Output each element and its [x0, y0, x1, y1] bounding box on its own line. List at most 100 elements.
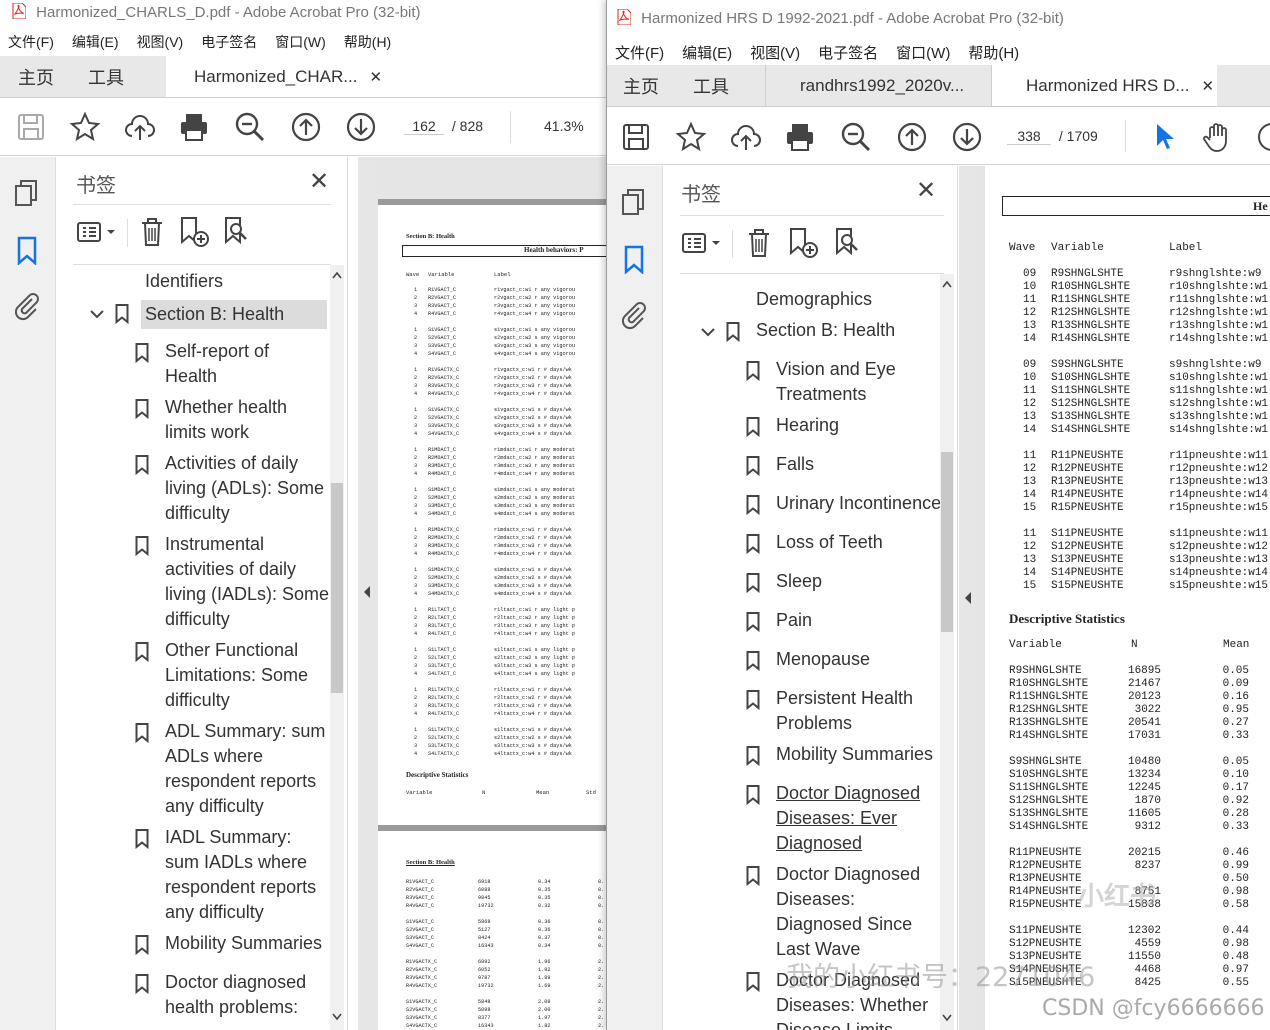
- tab-tools[interactable]: 工具: [88, 56, 124, 97]
- left-bookmarks-scrollbar[interactable]: [330, 265, 344, 1030]
- delete-bookmark-icon[interactable]: [137, 215, 167, 249]
- menu-esign[interactable]: 电子签名: [818, 42, 878, 63]
- attachments-icon[interactable]: [12, 291, 42, 321]
- scroll-down-icon[interactable]: [332, 1013, 342, 1021]
- bookmark-item[interactable]: Sleep: [746, 569, 940, 594]
- close-tab-icon[interactable]: ✕: [1201, 77, 1214, 95]
- row-variable: R11SHNGLSHTE: [1009, 691, 1089, 703]
- expand-chevron-icon[interactable]: [89, 306, 105, 322]
- new-bookmark-icon[interactable]: [177, 215, 211, 249]
- bookmark-item[interactable]: Loss of Teeth: [746, 530, 940, 555]
- menu-file[interactable]: 文件(F): [615, 42, 664, 63]
- bookmark-item[interactable]: Pain: [746, 608, 940, 633]
- page-thumbnails-icon[interactable]: [619, 186, 649, 216]
- star-icon[interactable]: [68, 110, 102, 144]
- next-page-icon[interactable]: [344, 110, 378, 144]
- next-page-icon[interactable]: [950, 120, 984, 154]
- bookmark-item[interactable]: Whether health limits work: [135, 395, 330, 445]
- page-number-input[interactable]: 338: [1007, 128, 1051, 145]
- new-bookmark-icon[interactable]: [786, 226, 820, 260]
- find-bookmark-icon[interactable]: [832, 226, 866, 260]
- delete-bookmark-icon[interactable]: [744, 226, 774, 260]
- tab-tools[interactable]: 工具: [693, 65, 729, 106]
- bookmark-item[interactable]: Doctor Diagnosed Diseases: Ever Diagnosed: [746, 781, 940, 856]
- upload-cloud-icon[interactable]: [729, 120, 763, 154]
- menu-view[interactable]: 视图(V): [750, 42, 800, 63]
- tab-document-1[interactable]: randhrs1992_2020v...: [765, 65, 991, 106]
- bookmark-item[interactable]: Other Functional Limitations: Some difficu…: [135, 638, 330, 713]
- previous-page-icon[interactable]: [895, 120, 929, 154]
- save-icon[interactable]: [14, 110, 48, 144]
- expand-chevron-icon[interactable]: [700, 324, 716, 340]
- bookmark-item[interactable]: Activities of daily living (ADLs): Some di…: [135, 451, 330, 526]
- column-header: Variable: [1009, 639, 1062, 651]
- scroll-thumb[interactable]: [941, 452, 953, 632]
- tab-home[interactable]: 主页: [623, 65, 659, 106]
- select-cursor-icon[interactable]: [1147, 120, 1181, 154]
- bookmark-item[interactable]: Mobility Summaries: [135, 931, 330, 956]
- scroll-thumb[interactable]: [331, 483, 343, 693]
- collapse-left-arrow-icon[interactable]: [362, 585, 372, 599]
- bookmark-item[interactable]: Section B: Health: [726, 318, 926, 343]
- print-icon[interactable]: [177, 110, 211, 144]
- menu-help[interactable]: 帮助(H): [344, 32, 391, 52]
- scroll-up-icon[interactable]: [332, 271, 342, 279]
- zoom-out-icon[interactable]: [233, 110, 267, 144]
- bookmarks-panel-icon[interactable]: [12, 235, 42, 265]
- bookmark-item[interactable]: Instrumental activities of daily living (I…: [135, 532, 330, 632]
- bookmark-item[interactable]: Demographics: [756, 287, 926, 312]
- row-label: r10shnglshte:w1: [1169, 281, 1269, 293]
- tab-home[interactable]: 主页: [18, 56, 54, 97]
- menu-help[interactable]: 帮助(H): [968, 42, 1019, 63]
- bookmark-item[interactable]: ADL Summary: sum ADLs where respondent rep…: [135, 719, 330, 819]
- page-thumbnails-icon[interactable]: [12, 177, 42, 207]
- close-bookmarks-icon[interactable]: ✕: [309, 167, 329, 196]
- bookmark-item[interactable]: Doctor diagnosed health problems:: [135, 970, 330, 1020]
- previous-page-icon[interactable]: [289, 110, 323, 144]
- tab-document[interactable]: Harmonized_CHAR... ✕: [166, 56, 606, 97]
- bookmark-item[interactable]: Urinary Incontinence: [746, 491, 940, 516]
- tab-document-2[interactable]: Harmonized HRS D... ✕: [991, 65, 1217, 106]
- menu-edit[interactable]: 编辑(E): [72, 32, 119, 52]
- row-n: 20541: [1127, 717, 1161, 729]
- page-number-input[interactable]: 162: [404, 118, 444, 135]
- bookmark-item[interactable]: Section B: Health: [115, 300, 327, 329]
- scroll-down-icon[interactable]: [942, 1014, 952, 1022]
- left-collapse-panel-handle[interactable]: [358, 157, 376, 1030]
- bookmarks-panel-icon[interactable]: [619, 244, 649, 274]
- menu-window[interactable]: 窗口(W): [896, 42, 950, 63]
- menu-window[interactable]: 窗口(W): [275, 32, 326, 52]
- scroll-up-icon[interactable]: [942, 280, 952, 288]
- close-tab-icon[interactable]: ✕: [369, 68, 382, 86]
- bookmark-item[interactable]: Vision and Eye Treatments: [746, 357, 940, 407]
- right-collapse-panel-handle[interactable]: [959, 166, 977, 1030]
- attachments-icon[interactable]: [619, 300, 649, 330]
- zoom-level[interactable]: 41.3%: [544, 118, 584, 134]
- print-icon[interactable]: [783, 120, 817, 154]
- bookmark-item[interactable]: Identifiers: [145, 269, 313, 294]
- bookmark-item[interactable]: Self-report of Health: [135, 339, 330, 389]
- menu-file[interactable]: 文件(F): [8, 32, 54, 52]
- star-icon[interactable]: [674, 120, 708, 154]
- zoom-tool-icon[interactable]: [1255, 120, 1270, 154]
- bookmark-item[interactable]: Menopause: [746, 647, 940, 672]
- right-bookmarks-scrollbar[interactable]: [940, 274, 954, 1030]
- menu-esign[interactable]: 电子签名: [201, 32, 257, 52]
- find-bookmark-icon[interactable]: [221, 215, 255, 249]
- collapse-left-arrow-icon[interactable]: [963, 591, 973, 605]
- bookmark-options-icon[interactable]: [680, 226, 724, 260]
- save-icon[interactable]: [619, 120, 653, 154]
- upload-cloud-icon[interactable]: [123, 110, 157, 144]
- bookmark-item[interactable]: Doctor Diagnosed Diseases: Diagnosed Since…: [746, 862, 940, 962]
- hand-tool-icon[interactable]: [1201, 120, 1235, 154]
- bookmark-item[interactable]: Falls: [746, 452, 940, 477]
- bookmark-item[interactable]: Persistent Health Problems: [746, 686, 940, 736]
- bookmark-item[interactable]: Hearing: [746, 413, 940, 438]
- menu-edit[interactable]: 编辑(E): [682, 42, 732, 63]
- close-bookmarks-icon[interactable]: ✕: [916, 176, 936, 205]
- bookmark-options-icon[interactable]: [75, 215, 119, 249]
- zoom-out-icon[interactable]: [839, 120, 873, 154]
- bookmark-item[interactable]: Mobility Summaries: [746, 742, 940, 767]
- menu-view[interactable]: 视图(V): [137, 32, 184, 52]
- bookmark-item[interactable]: IADL Summary: sum IADLs where respondent r…: [135, 825, 330, 925]
